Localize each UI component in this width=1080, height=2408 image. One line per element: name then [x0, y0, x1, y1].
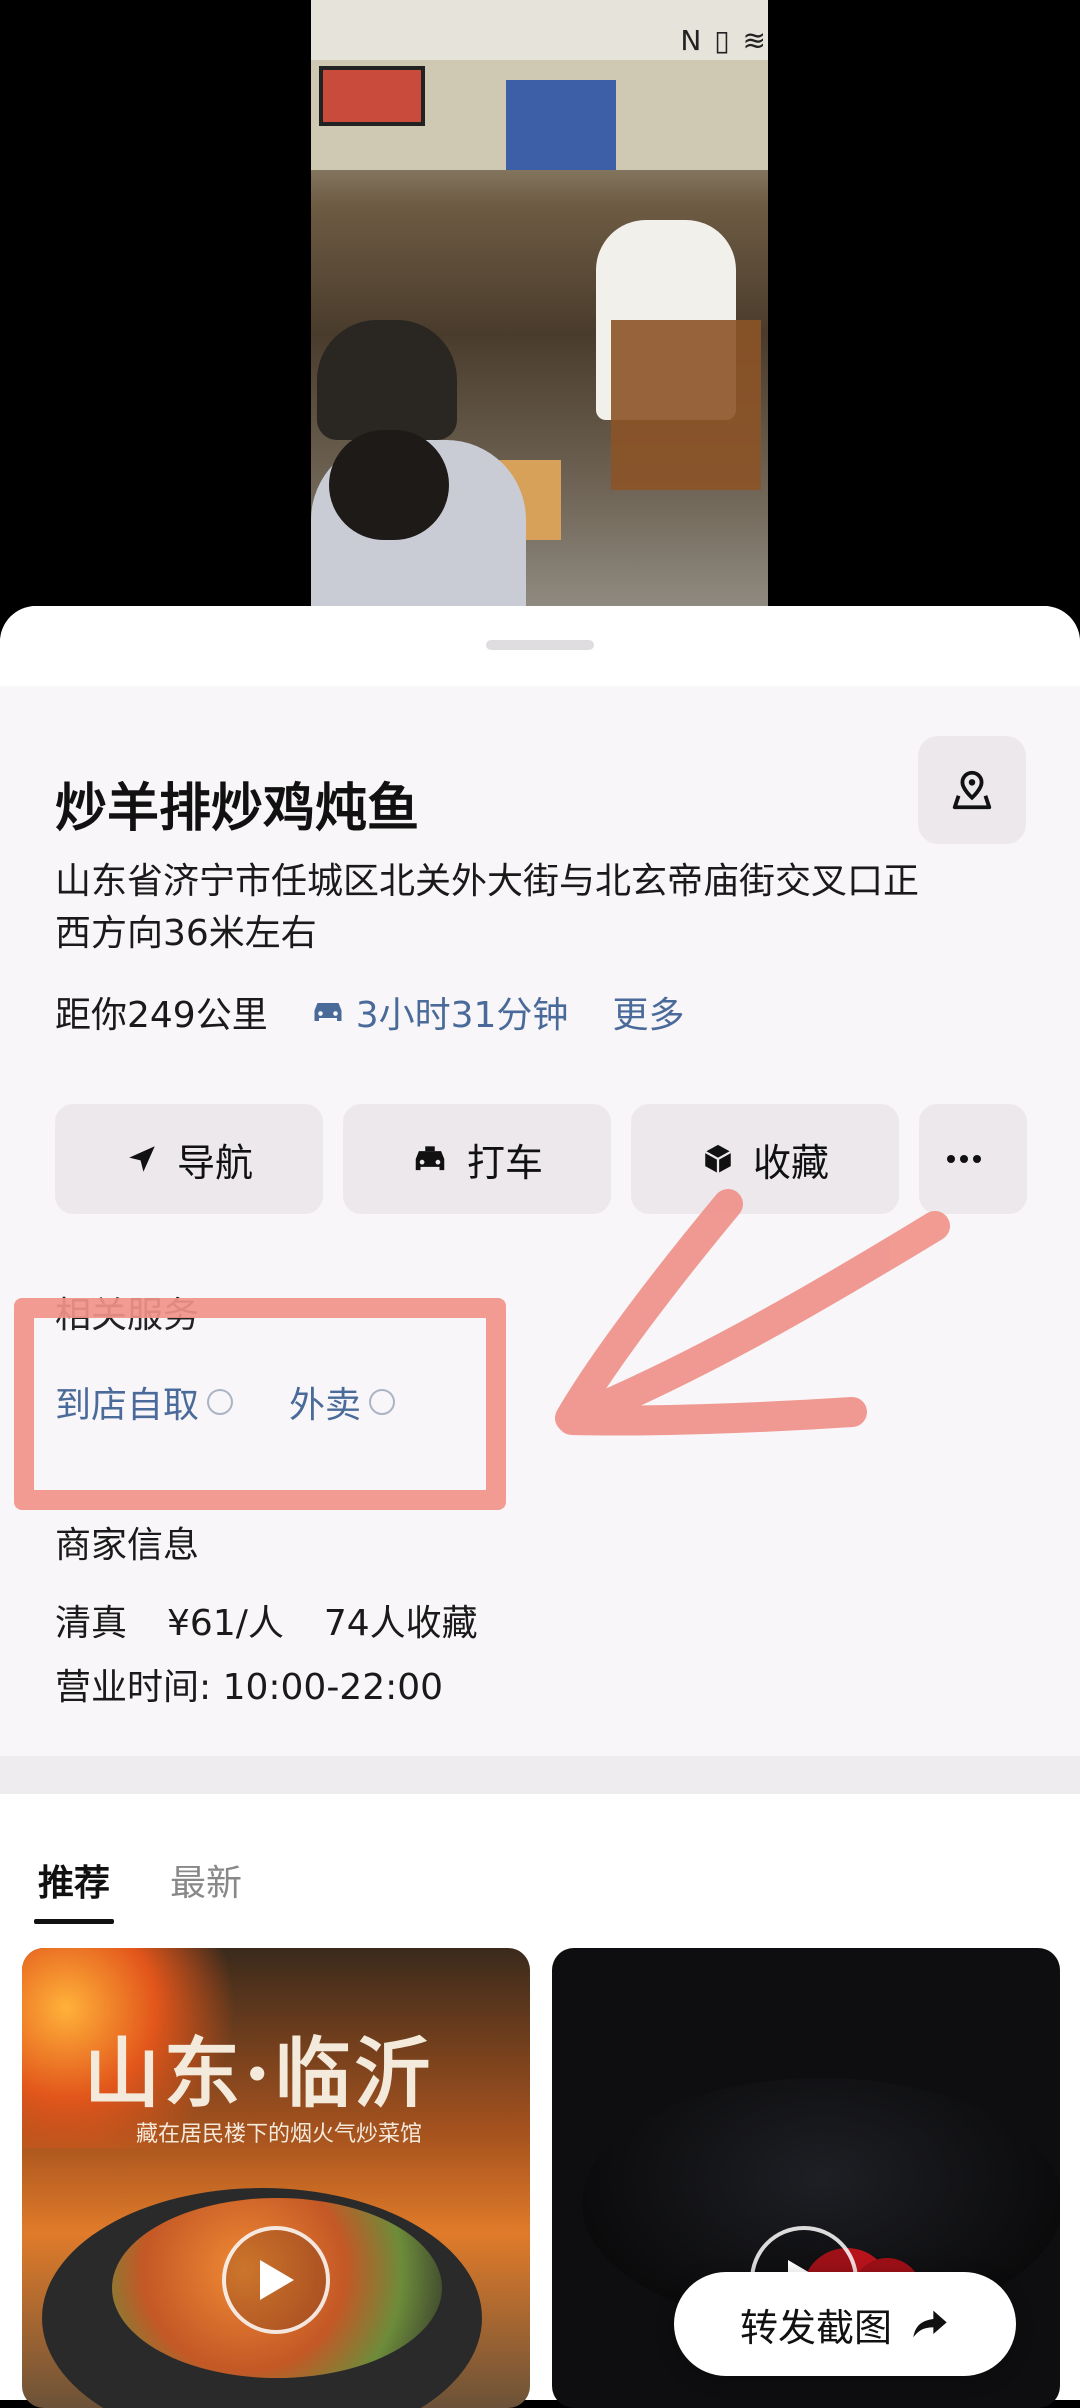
merchant-price: ¥61/人 [167, 1603, 284, 1644]
merchant-tag: 清真 [55, 1603, 128, 1644]
share-screenshot-label: 转发截图 [739, 2305, 892, 2350]
annotation-highlight-box [14, 1298, 506, 1510]
merchant-info-row: 清真 ¥61/人 74人收藏 [55, 1594, 478, 1646]
cube-icon [704, 1144, 732, 1174]
car-icon [314, 1003, 342, 1021]
feed-video-card[interactable]: 山东·临沂 藏在居民楼下的烟火气炒菜馆 [22, 1948, 530, 2408]
card-headline: 山东·临沂 [84, 2029, 435, 2118]
taxi-label: 打车 [466, 1140, 543, 1185]
play-icon [260, 2260, 294, 2300]
card-subline: 藏在居民楼下的烟火气炒菜馆 [136, 2122, 423, 2147]
play-button[interactable] [222, 2226, 330, 2334]
favorite-label: 收藏 [752, 1140, 829, 1185]
action-bar: 导航 打车 收藏 [55, 1104, 1027, 1214]
navigate-button[interactable]: 导航 [55, 1104, 323, 1214]
favorite-button[interactable]: 收藏 [631, 1104, 899, 1214]
map-pin-button[interactable] [918, 736, 1026, 844]
drive-time-link[interactable]: 3小时31分钟 [310, 986, 569, 1038]
place-address: 山东省济宁市任城区北关外大街与北玄帝庙街交叉口正西方向36米左右 [55, 861, 920, 954]
place-detail-sheet: 炒羊排炒鸡炖鱼 山东省济宁市任城区北关外大街与北玄帝庙街交叉口正西方向36米左右… [0, 606, 1080, 2408]
section-divider [0, 1756, 1080, 1794]
status-icons: N ▯ ≋ [680, 24, 768, 57]
navigation-arrow-icon [129, 1146, 155, 1172]
photo-backdrop: N ▯ ≋ [0, 0, 1080, 630]
drive-time-text: 3小时31分钟 [355, 995, 569, 1036]
share-screenshot-button[interactable]: 转发截图 [674, 2272, 1016, 2376]
merchant-info-heading: 商家信息 [55, 1525, 200, 1566]
taxi-button[interactable]: 打车 [343, 1104, 611, 1214]
distance-row: 距你249公里 3小时31分钟 更多 [55, 982, 684, 1042]
distance-text: 距你249公里 [55, 995, 268, 1036]
more-options-button[interactable] [919, 1104, 1027, 1214]
taxi-icon [415, 1146, 445, 1171]
more-link[interactable]: 更多 [612, 986, 684, 1038]
feed-tabs: 推荐 最新 [33, 1854, 242, 1924]
tab-recommended[interactable]: 推荐 [33, 1854, 115, 1924]
place-title: 炒羊排炒鸡炖鱼 [55, 779, 420, 839]
tab-latest[interactable]: 最新 [170, 1854, 242, 1924]
more-dots-icon [947, 1155, 981, 1163]
business-hours: 营业时间: 10:00-22:00 [55, 1667, 444, 1708]
map-pin-icon [952, 770, 992, 810]
share-arrow-icon [913, 2310, 947, 2338]
restaurant-photo[interactable]: N ▯ ≋ [311, 0, 768, 606]
sheet-drag-handle[interactable] [486, 640, 594, 650]
merchant-favorites: 74人收藏 [323, 1603, 478, 1644]
navigate-label: 导航 [176, 1140, 253, 1185]
